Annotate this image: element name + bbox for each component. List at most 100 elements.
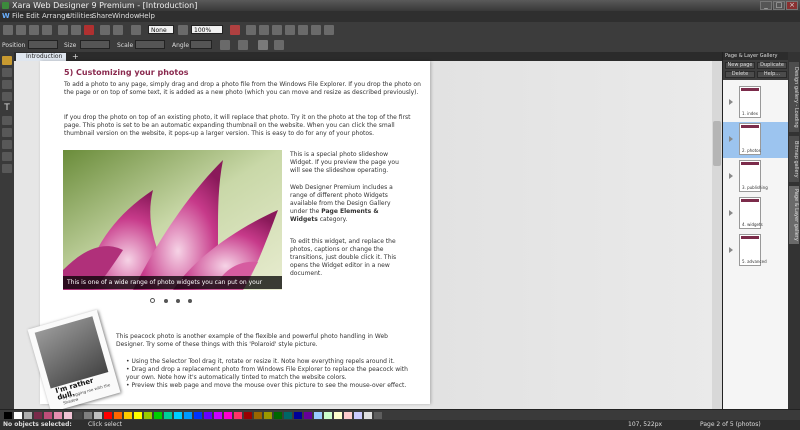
slide-dot-1[interactable] [150,298,155,303]
page-thumb-row[interactable]: 4. widgets [723,196,789,232]
vertical-scrollbar[interactable] [712,61,722,409]
color-swatch[interactable] [344,412,352,419]
color-swatch[interactable] [284,412,292,419]
page-thumb-row-selected[interactable]: 2. photos [723,122,789,158]
flip-h-icon[interactable] [220,40,230,50]
expand-icon[interactable] [729,247,733,253]
color-swatch[interactable] [334,412,342,419]
color-swatch[interactable] [54,412,62,419]
tab-introduction[interactable]: Introduction [16,53,66,61]
page-thumb-row[interactable]: 5. advanced [723,233,789,269]
color-swatch[interactable] [154,412,162,419]
color-swatch[interactable] [44,412,52,419]
color-swatch[interactable] [204,412,212,419]
save-icon[interactable] [29,25,39,35]
page-thumbnail[interactable]: 1. index [739,86,761,118]
share-icon[interactable] [311,25,321,35]
delete-page-button[interactable]: Delete [725,71,755,78]
page-thumb-row[interactable]: 3. publishing [723,159,789,195]
web-properties-icon[interactable] [285,25,295,35]
color-swatch[interactable] [274,412,282,419]
color-swatch[interactable] [104,412,112,419]
new-page-button[interactable]: New page [725,62,755,69]
undo-icon[interactable] [100,25,110,35]
menu-window[interactable]: Window [112,11,140,22]
color-swatch[interactable] [4,412,12,419]
menu-share[interactable]: Share [92,11,112,22]
slideshow-widget[interactable] [63,150,282,290]
copy-icon[interactable] [71,25,81,35]
color-swatch[interactable] [254,412,262,419]
expand-icon[interactable] [729,173,733,179]
color-swatch[interactable] [144,412,152,419]
page-layer-gallery-tab[interactable]: Page & Layer gallery [789,186,799,244]
color-swatch[interactable] [234,412,242,419]
minimize-button[interactable]: _ [760,1,772,10]
scale-field[interactable] [135,40,165,49]
color-swatch[interactable] [114,412,122,419]
color-swatch[interactable] [124,412,132,419]
app-menu-icon[interactable]: W [2,11,10,22]
tag-icon[interactable] [274,40,284,50]
color-swatch[interactable] [214,412,222,419]
slide-dot-2[interactable] [164,299,168,303]
zoom-icon[interactable] [178,25,188,35]
selector-tool-icon[interactable] [2,56,12,65]
flip-v-icon[interactable] [238,40,248,50]
zoom-tool-icon[interactable] [2,164,12,173]
scrollbar-thumb[interactable] [713,121,721,166]
print-icon[interactable] [42,25,52,35]
color-swatch[interactable] [184,412,192,419]
color-swatch[interactable] [314,412,322,419]
color-swatch[interactable] [354,412,362,419]
angle-field[interactable] [190,40,212,49]
open-icon[interactable] [16,25,26,35]
preview-icon[interactable] [298,25,308,35]
expand-icon[interactable] [729,136,733,142]
menu-help[interactable]: Help [139,11,155,22]
color-swatch[interactable] [64,412,72,419]
maximize-button[interactable]: □ [773,1,785,10]
text-tool-icon[interactable]: T [2,104,12,113]
delete-icon[interactable] [84,25,94,35]
lock-aspect-icon[interactable] [258,40,268,50]
color-swatch[interactable] [244,412,252,419]
slide-dot-3[interactable] [176,299,180,303]
page-thumbnail[interactable]: 4. widgets [739,197,763,229]
color-swatch[interactable] [74,412,82,419]
color-swatch[interactable] [34,412,42,419]
design-gallery-tab[interactable]: Design gallery - Loading [789,62,799,132]
page-thumb-row[interactable]: 1. index [723,85,789,121]
transparency-tool-icon[interactable] [2,128,12,137]
close-button[interactable]: × [786,1,798,10]
bitmap-gallery-tab[interactable]: Bitmap gallery [789,136,799,182]
page-thumbnail[interactable]: 2. photos [739,123,761,155]
page-thumbnail[interactable]: 3. publishing [739,160,768,192]
pen-tool-icon[interactable] [2,80,12,89]
color-swatch[interactable] [264,412,272,419]
expand-icon[interactable] [729,99,733,105]
color-swatch[interactable] [224,412,232,419]
color-swatch[interactable] [304,412,312,419]
align-icon[interactable] [246,25,256,35]
color-swatch[interactable] [24,412,32,419]
help-icon[interactable] [324,25,334,35]
fit-icon[interactable] [230,25,240,35]
color-swatch[interactable] [84,412,92,419]
fill-tool-icon[interactable] [2,116,12,125]
slide-dot-4[interactable] [188,299,192,303]
menu-utilities[interactable]: Utilities [67,11,93,22]
add-tab-button[interactable]: + [72,52,79,61]
node-tool-icon[interactable] [2,68,12,77]
color-swatch[interactable] [294,412,302,419]
color-swatch[interactable] [14,412,22,419]
page-thumbnail[interactable]: 5. advanced [739,234,767,266]
gallery-help-button[interactable]: Help... [757,71,787,78]
cut-icon[interactable] [58,25,68,35]
brush-tool-icon[interactable] [2,140,12,149]
position-x-field[interactable] [28,40,58,49]
new-icon[interactable] [3,25,13,35]
menu-arrange[interactable]: Arrange [42,11,70,22]
back-icon[interactable] [259,25,269,35]
color-swatch[interactable] [374,412,382,419]
